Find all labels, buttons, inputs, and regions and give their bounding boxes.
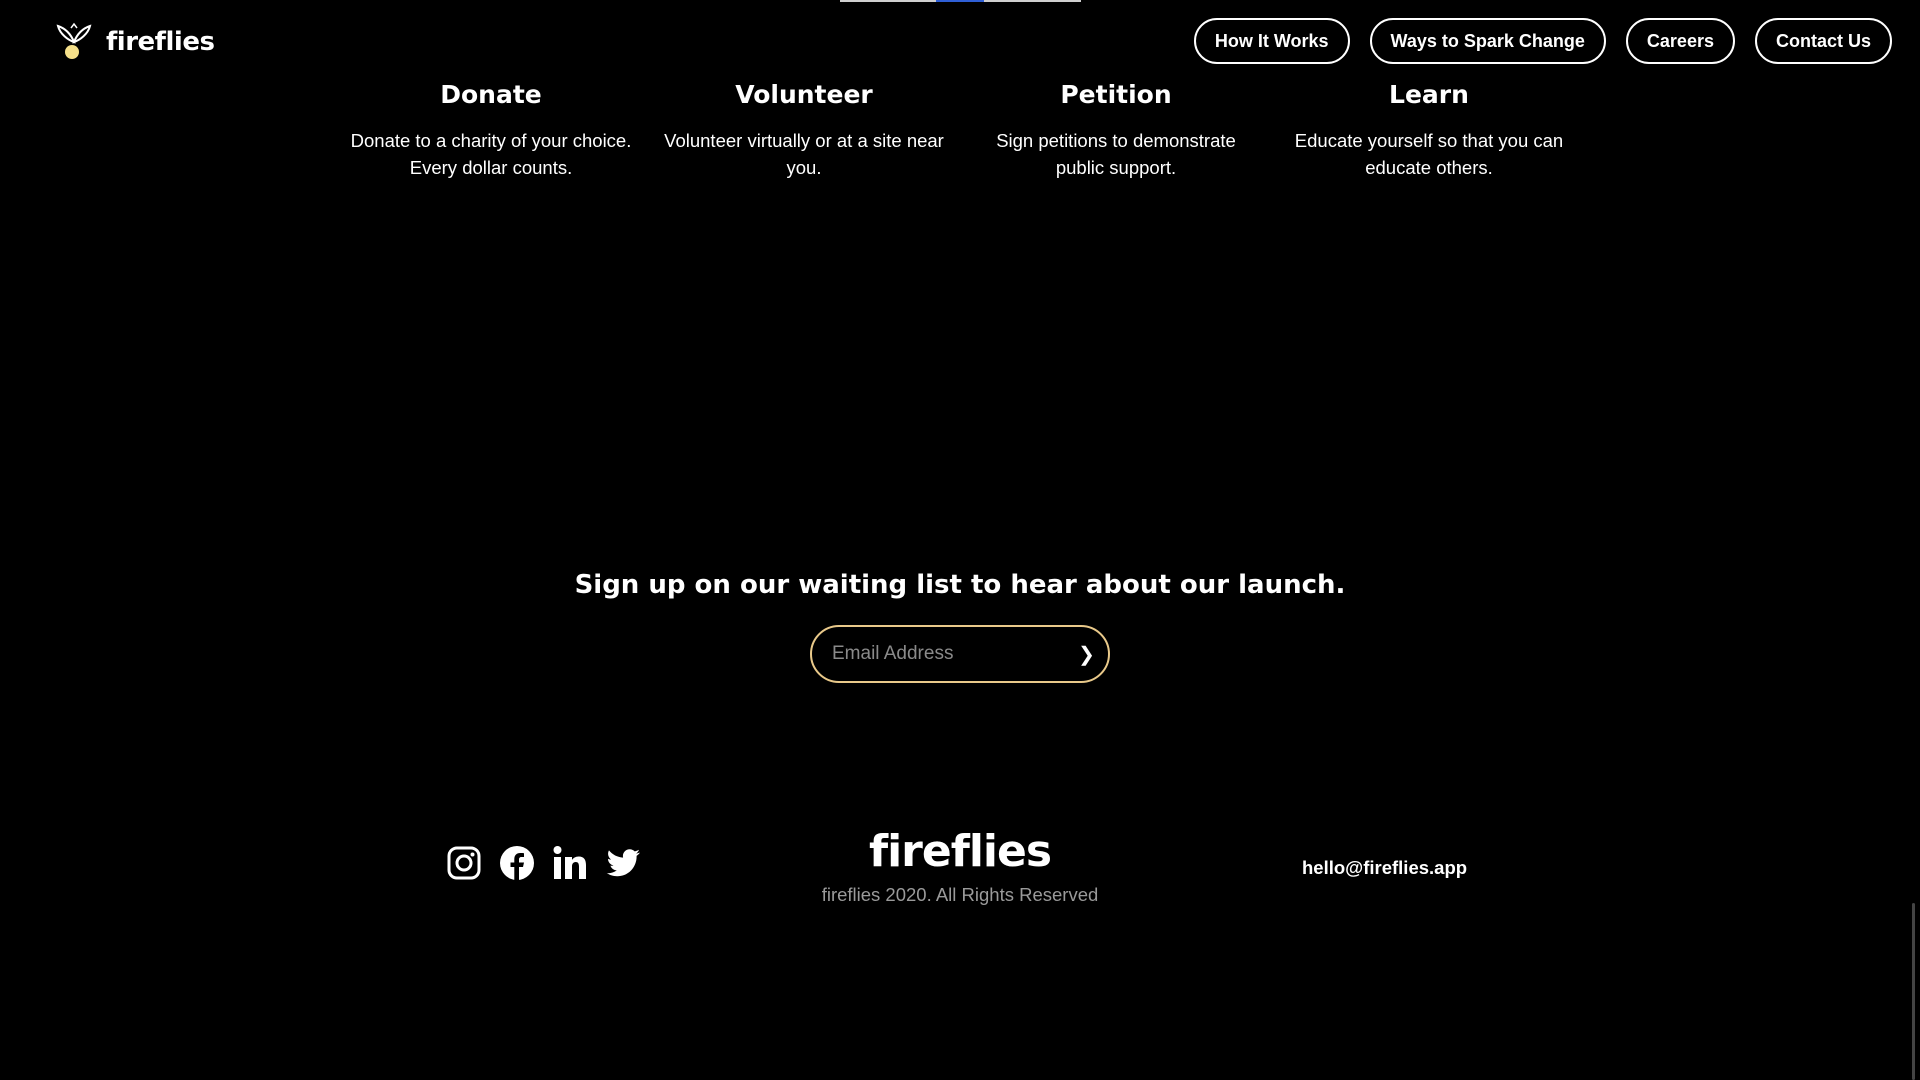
email-input[interactable] <box>812 627 1077 681</box>
feature-description-line: Volunteer virtually or at a site near <box>664 130 944 151</box>
feature-title: Learn <box>1389 80 1469 109</box>
feature-title: Donate <box>440 80 542 109</box>
feature-description-line: educate others. <box>1365 157 1493 178</box>
firefly-logo-icon <box>56 22 92 59</box>
logo-text: fireflies <box>106 27 215 57</box>
feature-description-line: Donate to a charity of your choice. <box>350 130 632 151</box>
feature-description: Sign petitions to demonstrate public sup… <box>966 127 1266 181</box>
feature-volunteer: Volunteer Volunteer virtually or at a si… <box>654 78 954 181</box>
nav-how-it-works[interactable]: How It Works <box>1193 18 1350 64</box>
site-logo[interactable]: fireflies <box>54 22 215 62</box>
main-nav: How It Works Ways to Spark Change Career… <box>1193 18 1892 64</box>
nav-contact-us[interactable]: Contact Us <box>1754 18 1892 64</box>
feature-learn: Learn Educate yourself so that you can e… <box>1279 78 1579 181</box>
footer-email-link[interactable]: hello@fireflies.app <box>1302 857 1467 879</box>
feature-petition: Petition Sign petitions to demonstrate p… <box>966 78 1266 181</box>
feature-description-line: Sign petitions to demonstrate <box>996 130 1236 151</box>
feature-description-line: you. <box>786 157 822 178</box>
feature-description: Volunteer virtually or at a site near yo… <box>654 127 954 181</box>
feature-title: Petition <box>1060 80 1172 109</box>
scrollbar-thumb[interactable] <box>1912 903 1915 1080</box>
page: fireflies How It Works Ways to Spark Cha… <box>0 0 1920 1080</box>
submit-button[interactable]: ❯ <box>1077 627 1108 681</box>
signup-heading: Sign up on our waiting list to hear abou… <box>574 570 1346 600</box>
nav-ways-to-spark-change[interactable]: Ways to Spark Change <box>1369 18 1606 64</box>
feature-description-line: Every dollar counts. <box>409 157 573 178</box>
feature-description-line: public support. <box>1055 157 1177 178</box>
footer-copyright: fireflies 2020. All Rights Reserved <box>821 884 1099 905</box>
nav-careers[interactable]: Careers <box>1625 18 1735 64</box>
top-scroll-indicator-active <box>936 0 984 2</box>
feature-description-line: Educate yourself so that you can <box>1294 130 1564 151</box>
footer-brand: fireflies <box>868 826 1052 877</box>
feature-description: Donate to a charity of your choice. Ever… <box>341 127 641 181</box>
chevron-right-icon: ❯ <box>1078 643 1095 666</box>
feature-title: Volunteer <box>735 80 873 109</box>
feature-donate: Donate Donate to a charity of your choic… <box>341 78 641 181</box>
signup-form: ❯ <box>810 625 1110 683</box>
feature-description: Educate yourself so that you can educate… <box>1279 127 1579 181</box>
